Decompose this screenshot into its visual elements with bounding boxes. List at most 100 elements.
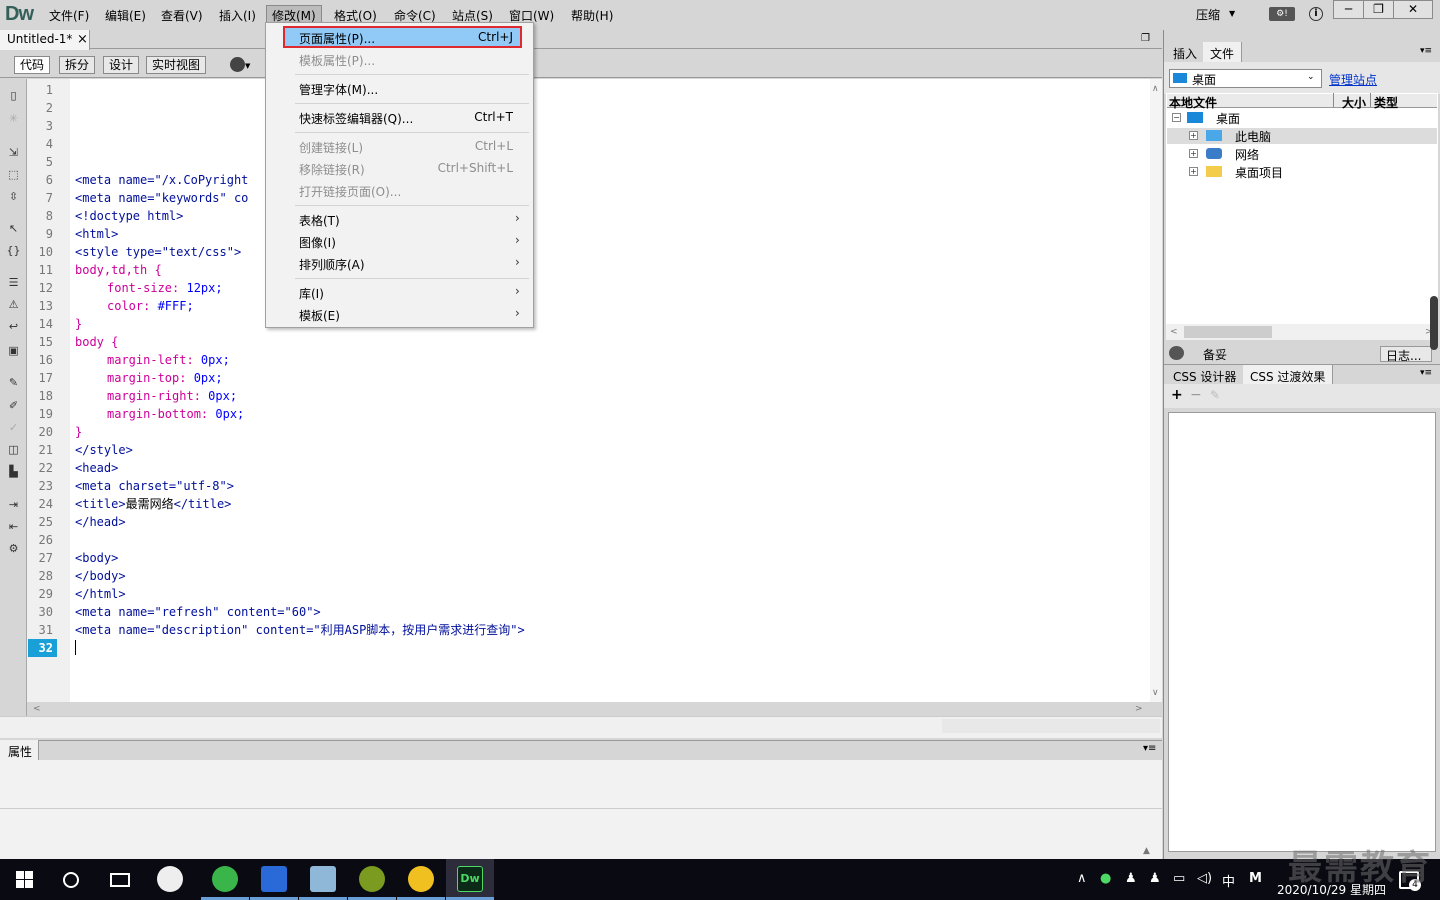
properties-tab[interactable]: 属性	[0, 740, 39, 760]
menu-file[interactable]: 文件(F)	[49, 7, 89, 24]
tab-insert[interactable]: 插入	[1166, 42, 1206, 62]
close-button[interactable]: ✕	[1393, 0, 1433, 19]
code-line-15[interactable]: body {	[75, 333, 118, 351]
code-line-22[interactable]: <head>	[75, 459, 118, 477]
close-tab-icon[interactable]: ×	[77, 32, 88, 47]
expand-icon[interactable]: +	[1189, 167, 1198, 176]
minimize-button[interactable]: ─	[1333, 0, 1364, 19]
manage-sites-link[interactable]: 管理站点	[1329, 71, 1377, 88]
volume-icon[interactable]: ◁)	[1197, 871, 1212, 886]
code-line-28[interactable]: </body>	[75, 567, 126, 585]
recent-snippets-icon[interactable]: ◫	[6, 443, 21, 456]
network-icon[interactable]: ▭	[1173, 871, 1185, 886]
menu-item-page-properties[interactable]: 页面属性(P)... Ctrl+J	[299, 30, 513, 47]
scroll-left-icon[interactable]: <	[33, 704, 41, 714]
word-wrap-icon[interactable]: ↩	[6, 320, 21, 333]
browser-icon[interactable]	[212, 866, 238, 892]
panel-menu-icon[interactable]: ▾≡	[1420, 368, 1432, 378]
scrollbar-thumb[interactable]	[942, 719, 1160, 733]
tree-item-network[interactable]: 网络	[1235, 146, 1259, 163]
code-line-13[interactable]: color: #FFF;	[107, 297, 194, 315]
chevron-down-icon[interactable]: ▼	[1229, 9, 1235, 18]
open-documents-icon[interactable]: ▯	[6, 89, 21, 102]
panel-menu-icon[interactable]: ▾≡	[1143, 743, 1156, 754]
code-line-16[interactable]: margin-left: 0px;	[107, 351, 230, 369]
menu-item-table[interactable]: 表格(T)	[299, 212, 340, 229]
code-line-6[interactable]: <meta name="/x.CoPyright	[75, 171, 248, 189]
select-parent-tag-icon[interactable]: ↖	[6, 222, 21, 235]
wrap-tag-icon[interactable]: ✓	[6, 421, 21, 434]
add-transition-icon[interactable]: +	[1171, 387, 1183, 403]
column-type[interactable]: 类型	[1374, 94, 1398, 111]
code-line-18[interactable]: margin-right: 0px;	[107, 387, 237, 405]
apply-comment-icon[interactable]: ✎	[6, 376, 21, 389]
ime-mode-indicator[interactable]: M	[1249, 871, 1262, 886]
menu-view[interactable]: 查看(V)	[161, 7, 203, 24]
menu-item-library[interactable]: 库(I)	[299, 285, 324, 302]
code-line-21[interactable]: </style>	[75, 441, 133, 459]
menu-item-templates[interactable]: 模板(E)	[299, 307, 340, 324]
wechat-icon[interactable]: ●	[1100, 871, 1111, 886]
split-view-button[interactable]: 拆分	[59, 56, 96, 74]
remove-comment-icon[interactable]: ✐	[6, 399, 21, 412]
column-local-files[interactable]: 本地文件	[1169, 94, 1217, 111]
code-line-31[interactable]: <meta name="description" content="利用ASP脚…	[75, 621, 525, 639]
collapse-selection-icon[interactable]: ⬚	[6, 168, 21, 181]
code-line-27[interactable]: <body>	[75, 549, 118, 567]
chevron-down-icon[interactable]: ⌄	[1307, 72, 1315, 82]
expand-all-icon[interactable]: ⇳	[6, 190, 21, 203]
menu-item-make-link[interactable]: 创建链接(L) Ctrl+L	[299, 139, 513, 156]
menu-item-manage-fonts[interactable]: 管理字体(M)...	[299, 81, 513, 98]
indent-code-icon[interactable]: ⇥	[6, 498, 21, 511]
search-icon[interactable]	[63, 872, 79, 888]
menu-item-arrange[interactable]: 排列顺序(A)	[299, 256, 365, 273]
scrollbar-thumb[interactable]	[1184, 326, 1272, 338]
show-hidden-icons[interactable]: ∧	[1077, 871, 1087, 886]
code-view-button[interactable]: 代码	[14, 56, 51, 74]
info-icon[interactable]: i	[1309, 7, 1323, 21]
start-icon[interactable]	[16, 871, 33, 888]
chevron-down-icon[interactable]: ▼	[245, 62, 250, 70]
task-view-icon[interactable]	[110, 873, 130, 887]
menu-item-image[interactable]: 图像(I)	[299, 234, 336, 251]
remove-transition-icon[interactable]: −	[1190, 387, 1202, 403]
tab-css-transitions[interactable]: CSS 过渡效果	[1243, 365, 1334, 385]
show-code-navigator-icon[interactable]: ✳	[6, 112, 21, 125]
menu-item-remove-link[interactable]: 移除链接(R) Ctrl+Shift+L	[299, 161, 513, 178]
panel-scrollbar-thumb[interactable]	[1430, 296, 1438, 350]
balance-braces-icon[interactable]: {}	[6, 244, 21, 257]
word-icon[interactable]	[261, 866, 287, 892]
code-line-23[interactable]: <meta charset="utf-8">	[75, 477, 234, 495]
tab-files[interactable]: 文件	[1203, 42, 1243, 62]
restore-document-icon[interactable]: ❐	[1141, 33, 1150, 44]
tree-item-this-pc[interactable]: 此电脑	[1235, 128, 1271, 145]
code-line-8[interactable]: <!doctype html>	[75, 207, 183, 225]
menu-help[interactable]: 帮助(H)	[571, 7, 613, 24]
expand-icon[interactable]: +	[1189, 131, 1198, 140]
expand-icon[interactable]: +	[1189, 149, 1198, 158]
code-line-24[interactable]: <title>最需网络</title>	[75, 495, 231, 513]
preview-in-browser-icon[interactable]	[230, 57, 245, 72]
format-source-icon[interactable]: ⚙	[6, 542, 21, 555]
syntax-coloring-icon[interactable]: ▣	[6, 344, 21, 357]
design-view-button[interactable]: 设计	[103, 56, 140, 74]
qq-icon[interactable]: ♟	[1125, 871, 1137, 886]
collapse-icon[interactable]: −	[1172, 113, 1181, 122]
line-numbers-icon[interactable]: ☰	[6, 276, 21, 289]
log-button[interactable]: 日志...	[1380, 346, 1432, 363]
code-line-17[interactable]: margin-top: 0px;	[107, 369, 223, 387]
outdent-code-icon[interactable]: ⇤	[6, 520, 21, 533]
panel-menu-icon[interactable]: ▾≡	[1420, 46, 1432, 56]
edit-transition-icon[interactable]: ✎	[1210, 388, 1220, 402]
highlight-invalid-code-icon[interactable]: ⚠	[6, 298, 21, 311]
scroll-left-icon[interactable]: <	[1170, 327, 1178, 337]
notes-icon[interactable]	[310, 866, 336, 892]
code-line-30[interactable]: <meta name="refresh" content="60">	[75, 603, 321, 621]
menu-item-open-linked-page[interactable]: 打开链接页面(O)...	[299, 183, 513, 200]
scroll-up-icon[interactable]: ∧	[1152, 84, 1159, 94]
live-view-button[interactable]: 实时视图	[146, 56, 207, 74]
dreamweaver-icon[interactable]: Dw	[457, 866, 483, 892]
move-css-icon[interactable]: ▙	[6, 465, 21, 478]
app-pinwheel-icon[interactable]	[157, 866, 183, 892]
qq-icon[interactable]: ♟	[1149, 871, 1161, 886]
